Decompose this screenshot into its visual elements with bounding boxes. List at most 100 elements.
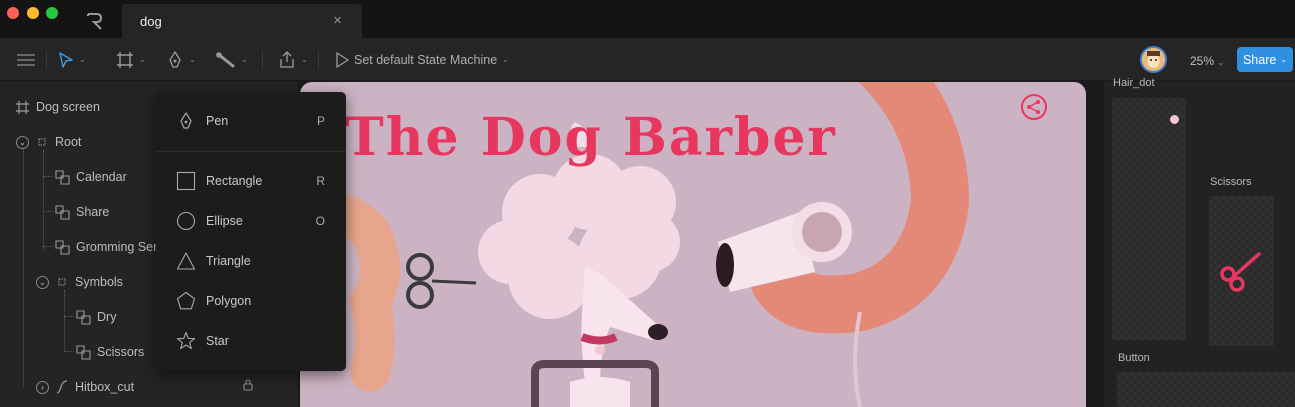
zoom-window-button[interactable]: [46, 7, 58, 19]
hierarchy-item-label: Dry: [97, 310, 117, 324]
menu-item-label: Polygon: [206, 294, 252, 308]
tab-close-icon[interactable]: ×: [333, 12, 342, 29]
hierarchy-item-label: Symbols: [75, 275, 123, 289]
avatar[interactable]: [1140, 46, 1167, 73]
asset-thumbnail-scissors[interactable]: [1209, 196, 1274, 346]
menu-item-label: Pen: [206, 114, 229, 128]
tree-guide: [64, 290, 65, 352]
tree-guide: [23, 148, 24, 388]
rectangle-icon: [176, 171, 196, 191]
tree-guide: [64, 351, 74, 352]
tree-guide: [43, 150, 44, 250]
share-icon[interactable]: [1020, 93, 1048, 121]
zoom-level[interactable]: 25% ⌄: [1190, 54, 1224, 68]
menu-item-label: Star: [206, 334, 229, 348]
asset-label-scissors: Scissors: [1210, 176, 1252, 188]
hierarchy-item-dry[interactable]: Dry: [76, 307, 116, 327]
toolbar: ⌄ ⌄ ⌄ ⌄ ⌄ Set default State Machine ⌄: [0, 38, 1295, 81]
artboard-icon: [16, 100, 29, 114]
artboard[interactable]: The Dog Barber: [300, 82, 1086, 407]
lock-icon[interactable]: [243, 379, 253, 391]
group-icon: [55, 169, 70, 185]
expand-icon[interactable]: ›: [36, 380, 49, 394]
hierarchy-item-label: Share: [76, 205, 110, 219]
app-logo-icon[interactable]: [85, 11, 105, 31]
export-icon: [280, 50, 294, 68]
collapse-icon[interactable]: ⌄: [16, 135, 29, 149]
menu-item-label: Rectangle: [206, 174, 263, 188]
hierarchy-item-share[interactable]: Share: [55, 202, 109, 222]
chevron-down-icon: ⌄: [1280, 55, 1288, 64]
menu-shortcut: R: [316, 174, 325, 188]
export-button[interactable]: ⌄: [278, 38, 308, 81]
menu-item-pen[interactable]: Pen P: [156, 103, 346, 139]
draw-tools-menu: Pen P Rectangle R Ellipse O Triangle Pol…: [156, 92, 346, 371]
pen-icon: [169, 50, 181, 68]
group-icon: [55, 239, 70, 255]
hierarchy-item-gromming-serv[interactable]: Gromming Serv: [55, 237, 164, 257]
state-machine-selector[interactable]: Set default State Machine ⌄: [335, 38, 509, 81]
hierarchy-item-hitbox-cut[interactable]: › Hitbox_cut: [36, 377, 134, 397]
menu-item-label: Ellipse: [206, 214, 243, 228]
tree-guide: [43, 246, 53, 247]
hierarchy-item-scissors[interactable]: Scissors: [76, 342, 144, 362]
polygon-icon: [176, 291, 196, 310]
chevron-down-icon: ⌄: [301, 55, 308, 64]
menu-item-triangle[interactable]: Triangle: [156, 243, 346, 279]
hierarchy-item-label: Scissors: [97, 345, 145, 359]
state-machine-label: Set default State Machine: [354, 52, 498, 67]
menu-shortcut: O: [315, 214, 325, 228]
menu-item-label: Triangle: [206, 254, 251, 268]
hierarchy-item-root[interactable]: ⌄ Root: [16, 132, 81, 152]
zoom-value: 25%: [1190, 54, 1215, 68]
hamburger-icon: [17, 53, 35, 66]
hierarchy-item-dog-screen[interactable]: Dog screen: [15, 97, 100, 117]
tree-guide: [64, 316, 74, 317]
pen-tool-button[interactable]: ⌄: [166, 38, 196, 81]
menu-divider: [156, 151, 346, 152]
chevron-down-icon: ⌄: [189, 55, 196, 64]
file-tab[interactable]: dog ×: [122, 4, 362, 38]
chevron-down-icon: ⌄: [502, 55, 509, 64]
hierarchy-item-label: Gromming Serv: [76, 240, 164, 254]
select-tool-button[interactable]: ⌄: [58, 38, 86, 81]
tree-guide: [43, 211, 53, 212]
hierarchy-item-label: Hitbox_cut: [75, 380, 135, 394]
menu-item-polygon[interactable]: Polygon: [156, 283, 346, 319]
artboard-tool-button[interactable]: ⌄: [116, 38, 146, 81]
tree-guide: [43, 176, 53, 177]
hierarchy-item-calendar[interactable]: Calendar: [55, 167, 127, 187]
collapse-icon[interactable]: ⌄: [36, 275, 49, 289]
menu-item-ellipse[interactable]: Ellipse O: [156, 203, 346, 239]
ellipse-icon: [176, 211, 196, 231]
chevron-down-icon: ⌄: [79, 55, 86, 64]
path-icon: [56, 380, 68, 394]
group-icon: [76, 344, 91, 360]
hair-dot-preview: [1170, 115, 1179, 124]
share-button[interactable]: Share ⌄: [1237, 47, 1293, 72]
asset-thumbnail-button[interactable]: [1117, 372, 1295, 407]
root-node-icon: [38, 138, 46, 146]
toolbar-divider: [318, 50, 319, 70]
asset-label-hair-dot: Hair_dot: [1113, 77, 1155, 89]
minimize-window-button[interactable]: [27, 7, 39, 19]
scissors-icon: [1220, 252, 1261, 292]
artwork-headline: The Dog Barber: [345, 107, 837, 168]
play-icon: [336, 51, 349, 68]
asset-thumbnail-hair-dot[interactable]: [1112, 98, 1186, 340]
hierarchy-item-label: Calendar: [76, 170, 127, 184]
menu-item-rectangle[interactable]: Rectangle R: [156, 163, 346, 199]
chevron-down-icon: ⌄: [1217, 58, 1225, 67]
hierarchy-item-label: Dog screen: [36, 100, 100, 114]
menu-item-star[interactable]: Star: [156, 323, 346, 359]
group-icon: [76, 309, 91, 325]
menu-shortcut: P: [316, 114, 325, 128]
main-menu-button[interactable]: [17, 38, 35, 81]
hierarchy-item-symbols[interactable]: ⌄ Symbols: [36, 272, 123, 292]
bone-tool-button[interactable]: ⌄: [216, 38, 248, 81]
chevron-down-icon: ⌄: [139, 55, 146, 64]
artboard-icon: [117, 51, 133, 68]
bone-tool-icon: [216, 51, 235, 67]
close-window-button[interactable]: [7, 7, 19, 19]
asset-label-button: Button: [1118, 352, 1150, 364]
